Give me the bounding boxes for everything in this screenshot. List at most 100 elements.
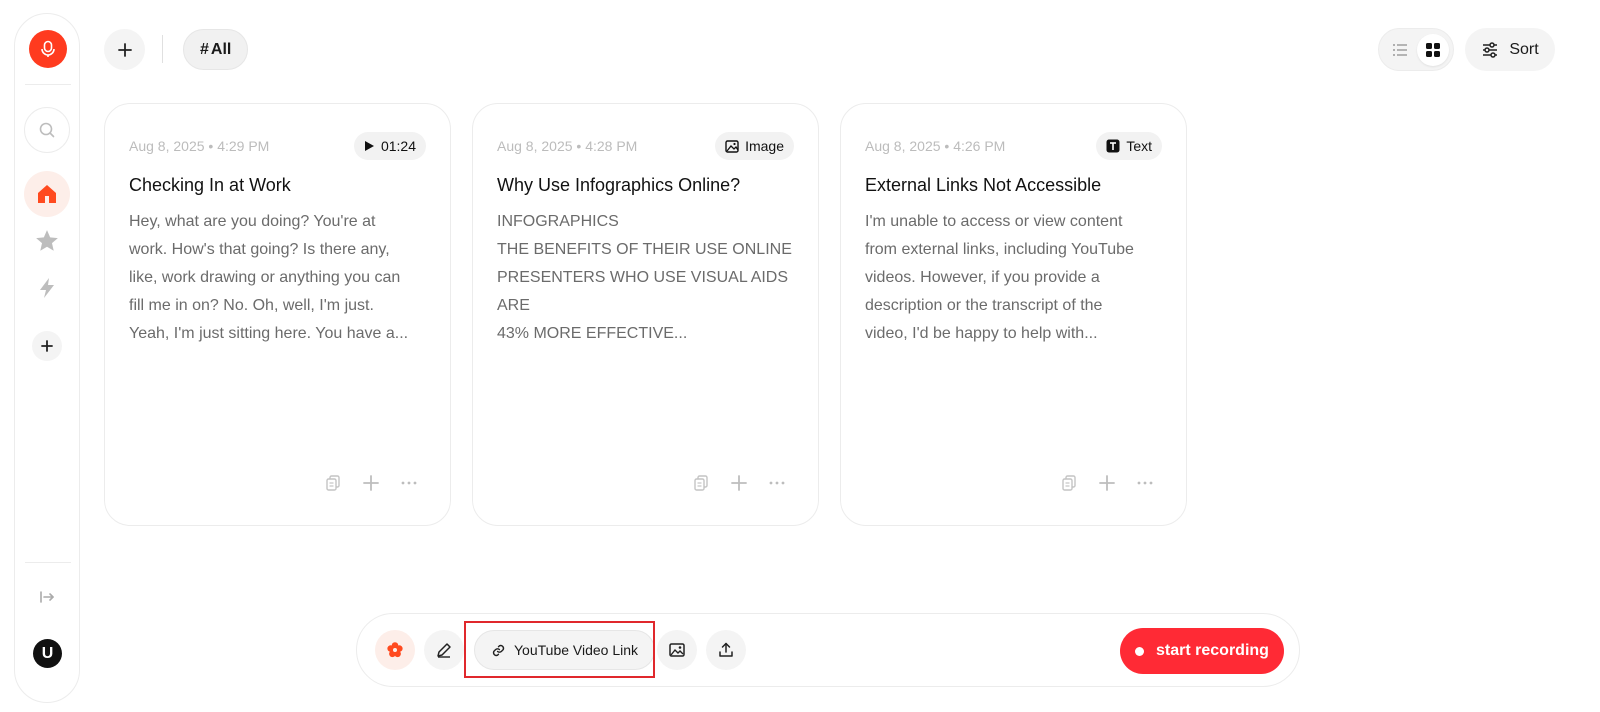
sidebar-item-home[interactable] xyxy=(24,171,70,217)
copy-button[interactable] xyxy=(1058,472,1080,494)
app-logo[interactable] xyxy=(29,30,67,68)
more-horizontal-icon xyxy=(401,481,417,485)
write-note-button[interactable] xyxy=(424,630,464,670)
sort-button[interactable]: Sort xyxy=(1465,28,1555,71)
sidebar-expand-button[interactable] xyxy=(32,582,62,612)
ai-button[interactable] xyxy=(375,630,415,670)
sidebar: U xyxy=(14,13,80,703)
badge-label: Text xyxy=(1126,138,1152,154)
preview-line: Hey, what are you doing? You're at xyxy=(129,213,376,230)
more-options-button[interactable] xyxy=(398,472,420,494)
upload-file-button[interactable] xyxy=(706,630,746,670)
card-title: External Links Not Accessible xyxy=(865,175,1102,195)
card-title: Why Use Infographics Online? xyxy=(497,175,741,195)
preview-line: Yeah, I'm just sitting here. You have a.… xyxy=(129,325,409,342)
image-icon xyxy=(669,643,685,657)
preview-line: INFOGRAPHICS xyxy=(497,213,619,230)
microphone-logo-icon xyxy=(41,40,55,57)
start-recording-button[interactable]: start recording xyxy=(1120,628,1284,674)
card-preview: INFOGRAPHICS THE BENEFITS OF THEIR USE O… xyxy=(497,208,797,348)
add-to-button[interactable] xyxy=(1096,472,1118,494)
view-toggle xyxy=(1378,28,1454,71)
sidebar-add-button[interactable] xyxy=(32,331,62,361)
plus-icon xyxy=(363,475,379,491)
record-label: start recording xyxy=(1156,642,1269,659)
add-note-button[interactable] xyxy=(104,29,145,70)
preview-line: from external links, including YouTube xyxy=(865,241,1134,258)
note-card[interactable]: Aug 8, 2025 • 4:28 PM Image Why Use Info… xyxy=(472,103,819,526)
upload-image-button[interactable] xyxy=(657,630,697,670)
add-to-button[interactable] xyxy=(728,472,750,494)
capture-toolbar: YouTube Video Link start recording xyxy=(356,613,1300,687)
copy-button[interactable] xyxy=(690,472,712,494)
preview-line: fill me in on? No. Oh, well, I'm just. xyxy=(129,297,374,314)
sidebar-search-button[interactable] xyxy=(24,107,70,153)
preview-line: 43% MORE EFFECTIVE... xyxy=(497,325,688,342)
preview-line: video, I'd be happy to help with... xyxy=(865,325,1098,342)
record-dot-icon xyxy=(1135,646,1145,656)
card-preview: I'm unable to access or view content fro… xyxy=(865,208,1165,348)
plus-icon xyxy=(731,475,747,491)
text-type-icon xyxy=(1106,139,1120,153)
sidebar-item-favorites[interactable] xyxy=(24,218,70,264)
card-type-badge: 01:24 xyxy=(353,132,426,160)
image-icon xyxy=(725,139,739,153)
card-type-badge: Image xyxy=(715,132,794,160)
star-icon xyxy=(36,230,58,251)
preview-line: THE BENEFITS OF THEIR USE ONLINE xyxy=(497,241,792,258)
home-icon xyxy=(38,185,56,203)
note-card[interactable]: Aug 8, 2025 • 4:29 PM 01:24 Checking In … xyxy=(104,103,451,526)
plus-icon xyxy=(41,340,53,352)
preview-line: work. How's that going? Is there any, xyxy=(129,241,390,258)
search-icon xyxy=(39,122,55,138)
sliders-icon xyxy=(1483,41,1498,58)
preview-line: like, work drawing or anything you can xyxy=(129,269,401,286)
add-to-button[interactable] xyxy=(360,472,382,494)
top-separator xyxy=(162,35,163,63)
sidebar-item-actions[interactable] xyxy=(24,265,70,311)
copy-icon xyxy=(694,475,708,491)
more-options-button[interactable] xyxy=(1134,472,1156,494)
list-view-button[interactable] xyxy=(1384,34,1416,66)
user-avatar[interactable]: U xyxy=(33,639,62,668)
preview-line: ARE xyxy=(497,297,530,314)
card-preview: Hey, what are you doing? You're at work.… xyxy=(129,208,429,348)
sort-label: Sort xyxy=(1509,40,1539,58)
preview-line: PRESENTERS WHO USE VISUAL AIDS xyxy=(497,269,789,286)
preview-line: description or the transcript of the xyxy=(865,297,1103,314)
more-options-button[interactable] xyxy=(766,472,788,494)
card-actions xyxy=(690,472,788,494)
flower-icon xyxy=(387,642,403,658)
card-actions xyxy=(1058,472,1156,494)
upload-icon xyxy=(719,642,733,657)
copy-icon xyxy=(326,475,340,491)
lightning-icon xyxy=(40,278,54,298)
card-date: Aug 8, 2025 • 4:26 PM xyxy=(865,138,1006,154)
more-horizontal-icon xyxy=(769,481,785,485)
pen-icon xyxy=(437,643,451,658)
plus-icon xyxy=(1099,475,1115,491)
copy-icon xyxy=(1062,475,1076,491)
sidebar-divider-bottom xyxy=(25,562,71,563)
sidebar-divider xyxy=(25,84,71,85)
card-actions xyxy=(322,472,420,494)
hash-icon: # xyxy=(200,40,209,58)
badge-label: 01:24 xyxy=(380,138,416,154)
tag-label: All xyxy=(210,40,232,58)
grid-view-button[interactable] xyxy=(1416,33,1449,66)
note-card[interactable]: Aug 8, 2025 • 4:26 PM Text External Link… xyxy=(840,103,1187,526)
card-date: Aug 8, 2025 • 4:29 PM xyxy=(129,138,270,154)
grid-icon xyxy=(1425,42,1440,57)
preview-line: videos. However, if you provide a xyxy=(865,269,1100,286)
play-icon xyxy=(364,141,374,151)
plus-icon xyxy=(117,42,132,57)
app: U # All Sort Aug 8, 2025 • 4:29 PM 01:24… xyxy=(0,0,1600,712)
card-title: Checking In at Work xyxy=(129,175,291,195)
expand-sidebar-icon xyxy=(40,591,54,603)
more-horizontal-icon xyxy=(1137,481,1153,485)
list-icon xyxy=(1392,43,1407,56)
tag-filter-all[interactable]: # All xyxy=(183,29,249,70)
card-type-badge: Text xyxy=(1096,132,1162,160)
preview-line: I'm unable to access or view content xyxy=(865,213,1123,230)
copy-button[interactable] xyxy=(322,472,344,494)
